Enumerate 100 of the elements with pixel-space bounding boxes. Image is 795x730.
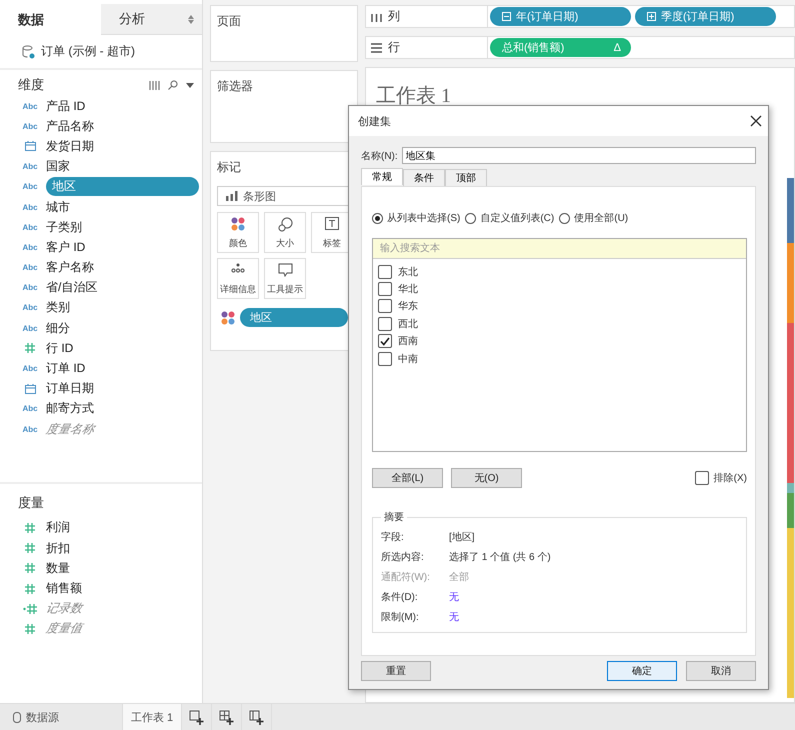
field-name[interactable]: 城市 — [46, 198, 70, 216]
summary-value[interactable]: 无 — [449, 590, 732, 604]
new-worksheet-icon[interactable] — [189, 710, 204, 724]
label-icon — [325, 217, 339, 230]
mark-property-button[interactable]: 大小 — [264, 212, 306, 253]
field-pill[interactable]: 年(订单日期) — [490, 7, 631, 26]
string-type-icon: Abc — [22, 202, 38, 212]
dialog-button[interactable]: 确定 — [607, 661, 677, 681]
minus-box-icon[interactable] — [502, 12, 511, 21]
item-label[interactable]: 西南 — [398, 334, 418, 348]
field-pill[interactable]: 地区 — [46, 177, 199, 196]
close-button[interactable] — [750, 115, 762, 127]
calendar-icon — [24, 384, 36, 394]
card-title: 筛选器 — [217, 78, 254, 95]
string-type-icon: Abc — [22, 324, 38, 333]
radio-label[interactable]: 从列表中选择(S) — [387, 211, 460, 225]
search-icon[interactable] — [168, 80, 178, 90]
data-source-name[interactable]: 订单 (示例 - 超市) — [41, 43, 135, 60]
checkbox[interactable] — [378, 352, 392, 366]
field-name[interactable]: 发货日期 — [46, 138, 94, 155]
dialog-tab[interactable]: 条件 — [403, 169, 445, 186]
field-pill[interactable]: 地区 — [240, 308, 348, 327]
dialog-tab[interactable]: 常规 — [361, 168, 403, 185]
columns-icon — [371, 12, 382, 22]
string-type-icon: Abc — [22, 404, 38, 414]
field-name[interactable]: 省/自治区 — [46, 279, 98, 296]
mark-type-dropdown[interactable]: 条形图 — [217, 186, 351, 206]
sort-arrows-icon[interactable] — [188, 14, 194, 24]
new-story-icon[interactable] — [249, 710, 264, 724]
field-name[interactable]: 利润 — [46, 519, 70, 536]
sheet-tab[interactable]: 工作表 1 — [123, 704, 182, 730]
view-grid-icon[interactable] — [149, 80, 160, 90]
mark-property-button[interactable]: 详细信息 — [217, 258, 259, 299]
number-icon — [25, 522, 35, 533]
rows-icon — [371, 42, 382, 52]
dialog-button[interactable]: 取消 — [686, 661, 756, 681]
item-label[interactable]: 东北 — [398, 264, 418, 279]
field-name[interactable]: 客户 ID — [46, 238, 86, 256]
field-name[interactable]: 产品 ID — [46, 98, 86, 115]
mark-property-button[interactable]: 工具提示 — [264, 258, 306, 299]
field-name[interactable]: 类别 — [46, 299, 70, 316]
pane-tab[interactable]: 分析 — [101, 4, 202, 35]
dialog-button[interactable]: 重置 — [361, 661, 431, 681]
size-icon — [278, 217, 292, 232]
radio-button[interactable] — [559, 212, 570, 224]
summary-label: 限制(M): — [381, 610, 420, 624]
bar-chart-icon — [226, 191, 238, 201]
item-label[interactable]: 中南 — [398, 352, 418, 366]
string-type-icon: Abc — [22, 122, 38, 131]
radio-button[interactable] — [465, 212, 476, 224]
summary-label: 字段: — [381, 530, 405, 544]
radio-label[interactable]: 自定义值列表(C) — [480, 211, 554, 225]
list-button[interactable]: 无(O) — [451, 468, 522, 488]
dialog-tab[interactable]: 顶部 — [445, 169, 487, 186]
item-label[interactable]: 华东 — [398, 299, 418, 314]
shelf-label: 列 — [388, 8, 400, 25]
radio-label[interactable]: 使用全部(U) — [574, 211, 628, 225]
string-type-icon: Abc — [22, 364, 38, 374]
field-name[interactable]: 产品名称 — [46, 118, 94, 135]
radio-button[interactable] — [372, 212, 383, 224]
card-title: 标记 — [217, 159, 242, 176]
field-name[interactable]: 数量 — [46, 560, 70, 577]
mark-property-button[interactable]: 颜色 — [217, 212, 259, 253]
menu-caret-icon[interactable] — [186, 82, 194, 88]
field-name[interactable]: 销售额 — [46, 580, 82, 598]
search-field[interactable]: 输入搜索文本 — [373, 239, 746, 259]
plus-box-icon[interactable] — [647, 12, 656, 21]
new-dashboard-icon[interactable] — [219, 710, 234, 724]
name-field[interactable]: 地区集 — [402, 147, 756, 164]
field-pill[interactable]: 季度(订单日期) — [635, 7, 776, 26]
tooltip-icon — [278, 263, 292, 277]
summary-label: 条件(D): — [381, 591, 419, 604]
field-name[interactable]: 细分 — [46, 320, 70, 337]
number-icon — [25, 584, 35, 594]
item-label[interactable]: 西北 — [398, 316, 418, 331]
field-name[interactable]: 订单日期 — [46, 380, 94, 398]
field-name[interactable]: 折扣 — [46, 540, 70, 557]
checkbox[interactable] — [378, 264, 392, 279]
summary-value[interactable]: 无 — [449, 610, 732, 624]
field-name[interactable]: 订单 ID — [46, 360, 86, 378]
string-type-icon: Abc — [22, 242, 38, 252]
number-icon — [25, 624, 35, 634]
field-name[interactable]: 国家 — [46, 158, 70, 176]
checkbox[interactable] — [694, 471, 709, 485]
checkbox[interactable] — [378, 334, 392, 348]
checkbox[interactable] — [378, 316, 392, 331]
card-title: 页面 — [217, 13, 242, 30]
checkbox[interactable] — [378, 282, 392, 296]
field-name[interactable]: 行 ID — [46, 340, 74, 357]
string-type-icon: Abc — [22, 283, 38, 292]
exclude-label[interactable]: 排除(X) — [714, 471, 747, 485]
string-type-icon: Abc — [22, 182, 38, 192]
item-label[interactable]: 华北 — [398, 282, 418, 296]
summary-value: 全部 — [449, 570, 470, 584]
field-name[interactable]: 客户名称 — [46, 259, 94, 276]
field-name[interactable]: 子类别 — [46, 218, 82, 236]
list-button[interactable]: 全部(L) — [372, 468, 443, 488]
field-name[interactable]: 邮寄方式 — [46, 400, 94, 418]
checkbox[interactable] — [378, 299, 392, 314]
worksheet-title: 工作表 1 — [376, 84, 452, 109]
